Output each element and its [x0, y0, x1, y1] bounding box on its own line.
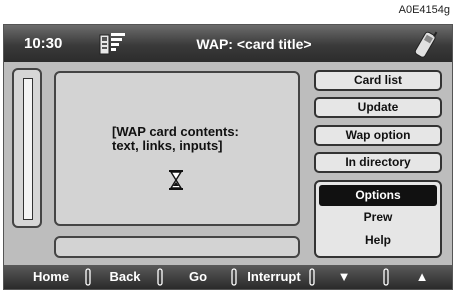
vertical-scrollbar[interactable] — [12, 68, 42, 228]
input-field[interactable] — [54, 236, 300, 258]
wap-screen: 10:30 WAP: <card title> [WAP card conten… — [3, 24, 453, 290]
update-button[interactable]: Update — [314, 97, 442, 118]
card-contents-text: [WAP card contents: text, links, inputs] — [112, 124, 239, 153]
separator-icon — [383, 268, 389, 286]
card-list-button[interactable]: Card list — [314, 70, 442, 91]
scroll-up-button[interactable]: ▲ — [402, 269, 442, 284]
page-title: WAP: <card title> — [196, 36, 312, 52]
softkey-bar: Home Back Go Interrupt ▼ ▲ — [4, 265, 452, 289]
menu-item-prew[interactable]: Prew — [316, 206, 440, 229]
mobile-phone-icon — [414, 31, 438, 58]
hourglass-icon — [169, 170, 183, 190]
clock: 10:30 — [24, 35, 63, 52]
separator-icon — [309, 268, 315, 286]
signal-strength-icon — [99, 33, 125, 55]
separator-icon — [157, 268, 163, 286]
menu-item-options[interactable]: Options — [319, 185, 437, 206]
separator-icon — [231, 268, 237, 286]
status-bar: 10:30 WAP: <card title> — [4, 25, 452, 62]
reference-code: A0E4154g — [398, 4, 450, 16]
separator-icon — [85, 268, 91, 286]
card-content-area[interactable]: [WAP card contents: text, links, inputs] — [54, 71, 300, 226]
back-button[interactable]: Back — [100, 269, 150, 284]
in-directory-button[interactable]: In directory — [314, 152, 442, 173]
wap-option-button[interactable]: Wap option — [314, 125, 442, 146]
go-button[interactable]: Go — [178, 269, 218, 284]
scroll-down-button[interactable]: ▼ — [324, 269, 364, 284]
home-button[interactable]: Home — [26, 269, 76, 284]
scrollbar-track[interactable] — [23, 78, 33, 220]
interrupt-button[interactable]: Interrupt — [241, 269, 307, 284]
options-menu: Options Prew Help — [314, 180, 442, 258]
menu-item-help[interactable]: Help — [316, 229, 440, 252]
